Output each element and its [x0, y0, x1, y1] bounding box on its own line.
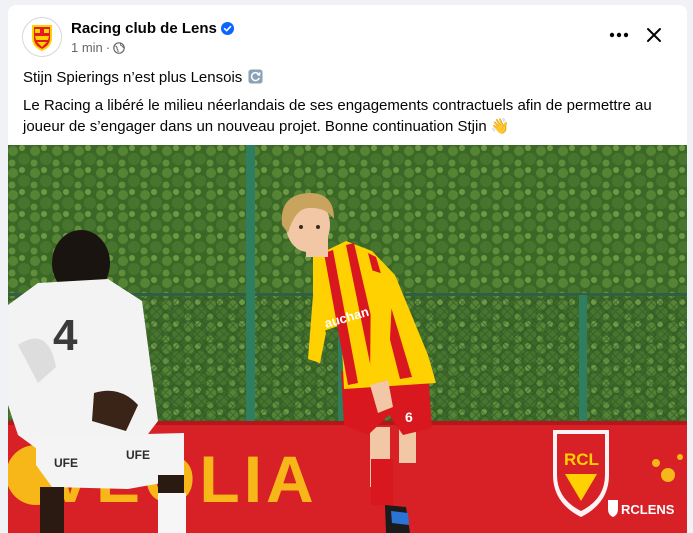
post-title-text: Stijn Spierings n’est plus Lensois	[23, 69, 243, 86]
svg-text:6: 6	[405, 409, 413, 425]
more-options-button[interactable]	[605, 21, 633, 49]
meta-separator: ·	[105, 40, 111, 55]
page-avatar[interactable]	[22, 17, 62, 57]
refresh-emoji-icon	[248, 69, 263, 84]
svg-text:UFE: UFE	[126, 448, 150, 462]
post-body: Le Racing a libéré le milieu néerlandais…	[23, 97, 652, 135]
close-icon	[647, 28, 661, 42]
post-meta: 1 min ·	[71, 40, 125, 56]
page-name-text[interactable]: Racing club de Lens	[71, 20, 217, 37]
rc-lens-crest-icon	[23, 18, 61, 56]
post-header: Racing club de Lens 1 min ·	[8, 5, 687, 67]
page-name[interactable]: Racing club de Lens	[71, 19, 234, 38]
svg-text:RCL: RCL	[564, 450, 599, 469]
verified-badge-icon	[220, 22, 234, 35]
post-timestamp[interactable]: 1 min	[71, 40, 103, 55]
globe-icon[interactable]	[113, 42, 125, 54]
football-match-photo: VEOLIA RCL RCLENS 6	[8, 145, 687, 533]
svg-text:RCLENS: RCLENS	[621, 502, 675, 517]
post-photo[interactable]: VEOLIA RCL RCLENS 6	[8, 145, 687, 533]
post-title: Stijn Spierings n’est plus Lensois	[23, 68, 263, 88]
more-options-icon	[609, 32, 629, 38]
svg-text:4: 4	[53, 311, 78, 360]
close-button[interactable]	[640, 21, 668, 49]
svg-text:UFE: UFE	[54, 456, 78, 470]
facebook-post: Racing club de Lens 1 min · Stijn Spieri…	[8, 5, 687, 533]
